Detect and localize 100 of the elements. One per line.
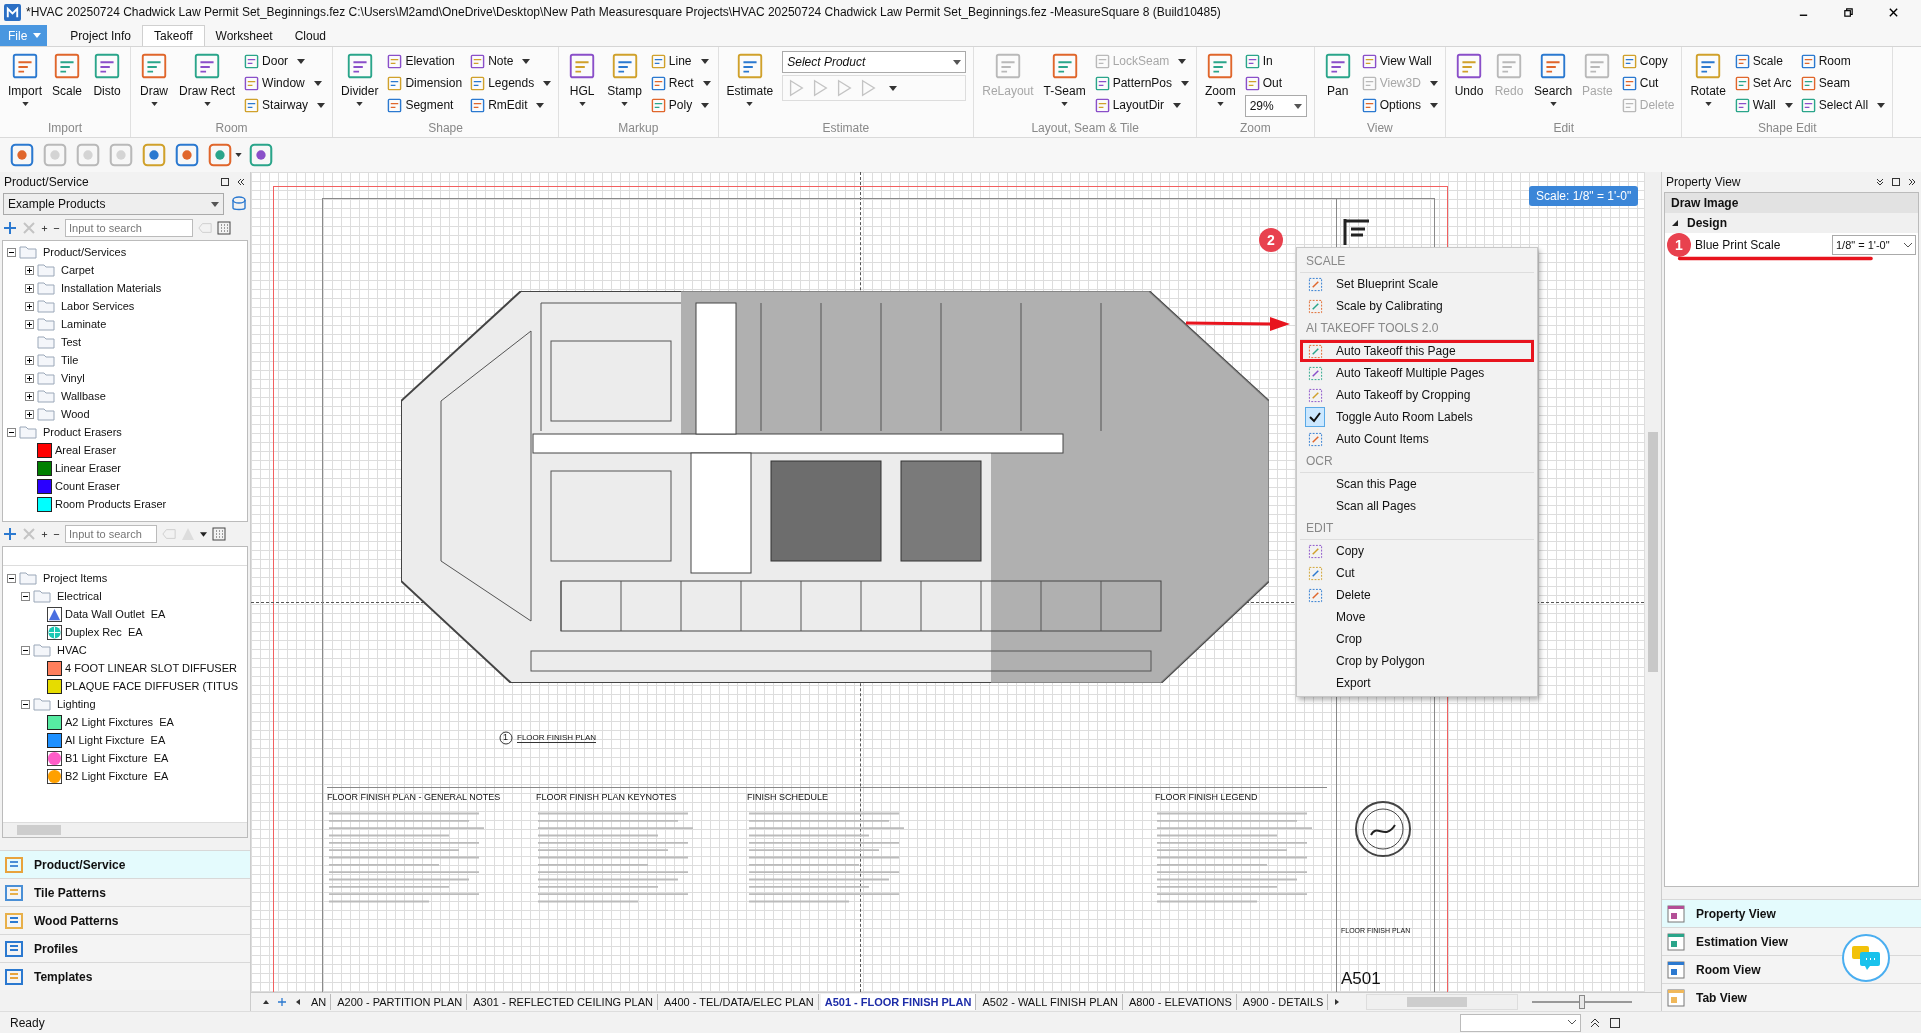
caret-icon[interactable] [889, 85, 898, 91]
menu-item[interactable]: Crop [1300, 628, 1534, 650]
ribbon-tab[interactable]: Worksheet [204, 25, 284, 46]
restore-icon[interactable] [1843, 6, 1854, 18]
menu-item[interactable]: Export [1300, 672, 1534, 694]
tree-item[interactable]: HVAC [57, 644, 87, 656]
expand-toggle-icon[interactable] [25, 319, 34, 329]
dropdown-select[interactable]: Select Product [782, 51, 967, 73]
ribbon-button[interactable]: Select All [1800, 95, 1886, 115]
menu-item[interactable]: Toggle Auto Room Labels [1300, 406, 1534, 428]
double-chevron-icon[interactable] [1589, 1016, 1601, 1029]
tree-item[interactable]: B2 Light Fixcture EA [65, 770, 169, 782]
page-tab[interactable]: A502 - WALL FINISH PLAN [978, 994, 1123, 1010]
ribbon-button[interactable]: Estimate [722, 51, 778, 121]
grid-view-icon[interactable] [217, 221, 231, 235]
menu-item[interactable]: Scan this Page [1300, 473, 1534, 495]
page-tab[interactable]: A501 - FLOOR FINISH PLAN [820, 994, 977, 1010]
ribbon-button[interactable]: LayoutDir [1094, 95, 1189, 115]
dropdown-select[interactable]: 29% [1244, 95, 1307, 117]
maximize-icon[interactable] [1891, 177, 1901, 187]
tree-item[interactable]: Count Eraser [55, 480, 120, 492]
collapse-toggle-icon[interactable] [7, 427, 16, 437]
ribbon-button[interactable]: Import [4, 51, 46, 121]
horizontal-scrollbar[interactable] [3, 822, 247, 837]
ribbon-button[interactable]: Disto [88, 51, 127, 121]
ribbon-button[interactable]: Copy [1621, 51, 1675, 71]
toolbar-button[interactable] [173, 141, 201, 169]
search-field[interactable]: Input to search [65, 219, 193, 237]
menu-item[interactable]: Scale by Calibrating [1300, 295, 1534, 317]
expand-toggle-icon[interactable] [25, 355, 34, 365]
menu-item[interactable]: Auto Count Items [1300, 428, 1534, 450]
ribbon-button[interactable]: Room [1800, 51, 1886, 71]
ribbon-button[interactable]: Door [244, 51, 326, 71]
ribbon-button[interactable]: Scale [1734, 51, 1793, 71]
menu-item[interactable]: Auto Takeoff Multiple Pages [1300, 362, 1534, 384]
ribbon-button[interactable]: Zoom [1201, 51, 1240, 121]
nav-button[interactable]: Property View [1662, 899, 1921, 927]
add-icon[interactable] [3, 221, 17, 235]
page-tab[interactable]: AN [307, 994, 332, 1010]
tree-item[interactable]: Project Items [43, 572, 108, 584]
ribbon-tab[interactable]: Project Info [59, 25, 143, 46]
menu-item[interactable]: Set Blueprint Scale [1300, 273, 1534, 295]
page-tab[interactable]: A400 - TEL/DATA/ELEC PLAN [659, 994, 819, 1010]
ribbon-button[interactable]: Segment [387, 95, 463, 115]
collapse-toggle-icon[interactable] [21, 591, 30, 601]
expand-all-icon[interactable] [41, 224, 48, 232]
menu-item[interactable]: Move [1300, 606, 1534, 628]
ribbon-button[interactable]: Divider [337, 51, 383, 121]
ribbon-button[interactable]: Out [1244, 73, 1307, 93]
expand-toggle-icon[interactable] [25, 409, 34, 419]
ribbon-button[interactable]: View Wall [1361, 51, 1439, 71]
tree-item[interactable]: A2 Light Fixctures EA [65, 716, 174, 728]
tree-item[interactable]: AI Light Fixcture EA [65, 734, 166, 746]
expand-icon[interactable] [1907, 177, 1917, 187]
ribbon-tab[interactable]: Cloud [283, 25, 338, 46]
ribbon-button[interactable]: Scale [48, 51, 87, 121]
ribbon-button[interactable]: Dimension [387, 73, 463, 93]
ribbon-button[interactable]: Set Arc [1734, 73, 1793, 93]
ribbon-button[interactable]: Legends [470, 73, 552, 93]
menu-item[interactable]: Scan all Pages [1300, 495, 1534, 517]
page-tab[interactable]: A800 - ELEVATIONS [1124, 994, 1237, 1010]
vertical-scrollbar[interactable] [1644, 172, 1661, 992]
left-arrow-icon[interactable] [294, 998, 302, 1006]
expand-toggle-icon[interactable] [25, 373, 34, 383]
tree-item[interactable]: Room Products Eraser [55, 498, 167, 510]
ribbon-button[interactable]: Draw Rect [175, 51, 240, 121]
database-icon[interactable] [229, 195, 247, 213]
search-field[interactable]: Input to search [65, 525, 157, 543]
ribbon-button[interactable]: Rotate [1686, 51, 1730, 121]
expand-all-icon[interactable] [41, 530, 48, 538]
tree-item[interactable]: Carpet [61, 264, 95, 276]
horizontal-scrollbar[interactable] [1366, 994, 1519, 1010]
tree-item[interactable]: B1 Light Fixcture EA [65, 752, 169, 764]
page-tab[interactable]: A900 - DETAILS [1238, 994, 1329, 1010]
menu-item[interactable]: Delete [1300, 584, 1534, 606]
ribbon-button[interactable]: PatternPos [1094, 73, 1189, 93]
property-value-select[interactable]: 1/8" = 1'-0" [1832, 235, 1916, 255]
expand-toggle-icon[interactable] [25, 391, 34, 401]
add-icon[interactable] [3, 527, 17, 541]
menu-item[interactable]: Cut [1300, 562, 1534, 584]
maximize-icon[interactable] [220, 177, 230, 187]
tree-item[interactable]: Vinyl [61, 372, 85, 384]
ribbon-button[interactable]: Stamp [603, 51, 646, 121]
double-chevron-icon[interactable] [1875, 177, 1885, 187]
collapse-triangle-icon[interactable] [1671, 219, 1679, 227]
ribbon-button[interactable]: Poly [650, 95, 711, 115]
slider-thumb[interactable] [1579, 995, 1586, 1009]
collapse-toggle-icon[interactable] [21, 645, 30, 655]
ribbon-button[interactable]: In [1244, 51, 1307, 71]
tree-item[interactable]: Product/Services [43, 246, 127, 258]
tree-item[interactable]: Labor Services [61, 300, 135, 312]
tree-item[interactable]: Test [61, 336, 82, 348]
ribbon-button[interactable]: Line [650, 51, 711, 71]
tree-item[interactable]: Areal Eraser [55, 444, 117, 456]
toolbar-button[interactable] [206, 141, 242, 169]
tree-item[interactable]: Duplex Rec EA [65, 626, 143, 638]
menu-item[interactable]: Crop by Polygon [1300, 650, 1534, 672]
ribbon-button[interactable]: Rect [650, 73, 711, 93]
expand-toggle-icon[interactable] [25, 283, 34, 293]
ribbon-button[interactable]: Search [1530, 51, 1577, 121]
